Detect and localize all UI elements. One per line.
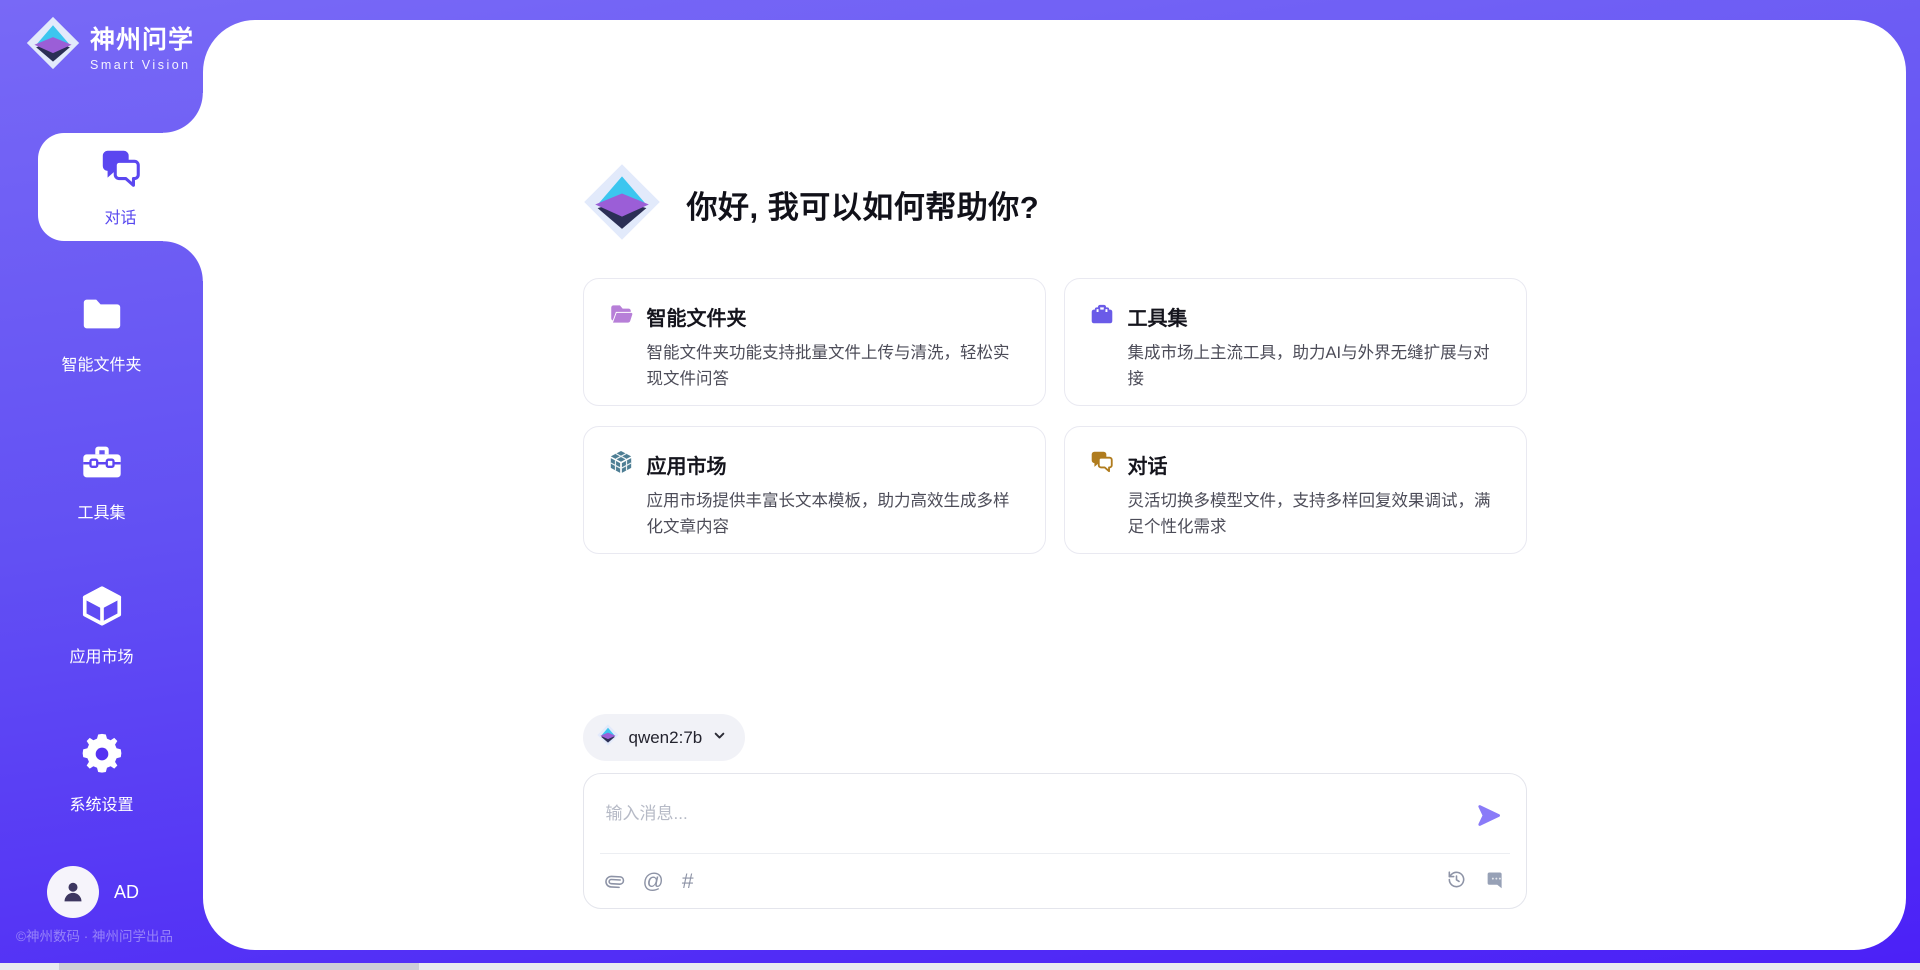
model-name: qwen2:7b: [629, 728, 703, 748]
app-window: 你好, 我可以如何帮助你? 智能文件夹 智能文件夹功能支持批量文件上传与清洗，轻…: [0, 0, 1920, 970]
avatar: [47, 866, 99, 918]
card-description: 灵活切换多模型文件，支持多样回复效果调试，满足个性化需求: [1128, 489, 1502, 540]
sidebar-item-label: 工具集: [77, 499, 125, 523]
sidebar-item-app-market[interactable]: 应用市场: [0, 583, 203, 667]
gear-icon: [79, 731, 125, 782]
history-icon: [1446, 869, 1467, 894]
mention-button[interactable]: @: [643, 871, 664, 892]
brand-diamond-icon: [26, 16, 80, 75]
brand-subtitle: Smart Vision: [90, 58, 194, 72]
sidebar-item-label: 应用市场: [69, 643, 133, 667]
chat-bubbles-icon: [1089, 449, 1115, 480]
conversation-icon: [1485, 869, 1506, 894]
chat-icon: [98, 146, 144, 197]
horizontal-scrollbar[interactable]: [0, 963, 1920, 970]
sidebar: 神州问学 Smart Vision 对话 智能文件夹: [0, 0, 203, 970]
sidebar-item-label: 系统设置: [69, 791, 133, 815]
folder-icon: [79, 291, 125, 342]
cube-icon: [79, 583, 125, 634]
chevron-down-icon: [712, 728, 727, 748]
sidebar-item-settings[interactable]: 系统设置: [0, 731, 203, 815]
send-button[interactable]: [1471, 798, 1506, 836]
folder-open-icon: [608, 301, 634, 332]
send-icon: [1475, 817, 1502, 832]
mention-icon: @: [643, 871, 664, 892]
scrollbar-thumb[interactable]: [59, 963, 419, 970]
conversation-button[interactable]: [1485, 869, 1506, 894]
attach-button[interactable]: [604, 869, 625, 894]
message-composer: @ #: [583, 773, 1527, 909]
card-description: 应用市场提供丰富长文本模板，助力高效生成多样化文章内容: [647, 489, 1021, 540]
main-panel: 你好, 我可以如何帮助你? 智能文件夹 智能文件夹功能支持批量文件上传与清洗，轻…: [203, 20, 1906, 950]
card-description: 集成市场上主流工具，助力AI与外界无缝扩展与对接: [1128, 341, 1502, 392]
paperclip-icon: [604, 869, 625, 894]
brand-name: 神州问学: [90, 20, 194, 56]
card-toolset[interactable]: 工具集 集成市场上主流工具，助力AI与外界无缝扩展与对接: [1064, 278, 1527, 406]
toolbox-icon: [1089, 301, 1115, 332]
sidebar-item-label: 对话: [104, 204, 136, 228]
user-profile[interactable]: AD: [0, 866, 203, 918]
greeting-block: 你好, 我可以如何帮助你?: [583, 163, 1527, 246]
greeting-title: 你好, 我可以如何帮助你?: [687, 182, 1040, 227]
model-selector[interactable]: qwen2:7b: [583, 714, 746, 761]
card-chat[interactable]: 对话 灵活切换多模型文件，支持多样回复效果调试，满足个性化需求: [1064, 426, 1527, 554]
hashtag-button[interactable]: #: [682, 871, 694, 892]
sidebar-item-toolset[interactable]: 工具集: [0, 439, 203, 523]
card-title: 对话: [1128, 450, 1168, 479]
brand-diamond-icon: [583, 163, 661, 246]
card-title: 智能文件夹: [647, 302, 747, 331]
history-button[interactable]: [1446, 869, 1467, 894]
sidebar-item-smart-folder[interactable]: 智能文件夹: [0, 291, 203, 375]
card-title: 应用市场: [647, 450, 727, 479]
diamond-logo-icon: [597, 724, 619, 751]
card-description: 智能文件夹功能支持批量文件上传与清洗，轻松实现文件问答: [647, 341, 1021, 392]
card-title: 工具集: [1128, 302, 1188, 331]
sidebar-item-chat[interactable]: 对话: [38, 133, 203, 241]
copyright-footer: ©神州数码 · 神州问学出品: [16, 925, 206, 945]
message-input[interactable]: [590, 785, 1471, 849]
user-initials: AD: [114, 882, 139, 903]
cube-grid-icon: [608, 449, 634, 480]
brand-logo: 神州问学 Smart Vision: [26, 16, 194, 75]
toolbox-icon: [79, 439, 125, 490]
card-smart-folder[interactable]: 智能文件夹 智能文件夹功能支持批量文件上传与清洗，轻松实现文件问答: [583, 278, 1046, 406]
hashtag-icon: #: [682, 871, 694, 892]
feature-cards: 智能文件夹 智能文件夹功能支持批量文件上传与清洗，轻松实现文件问答: [583, 278, 1527, 554]
sidebar-item-label: 智能文件夹: [61, 351, 141, 375]
card-app-market[interactable]: 应用市场 应用市场提供丰富长文本模板，助力高效生成多样化文章内容: [583, 426, 1046, 554]
